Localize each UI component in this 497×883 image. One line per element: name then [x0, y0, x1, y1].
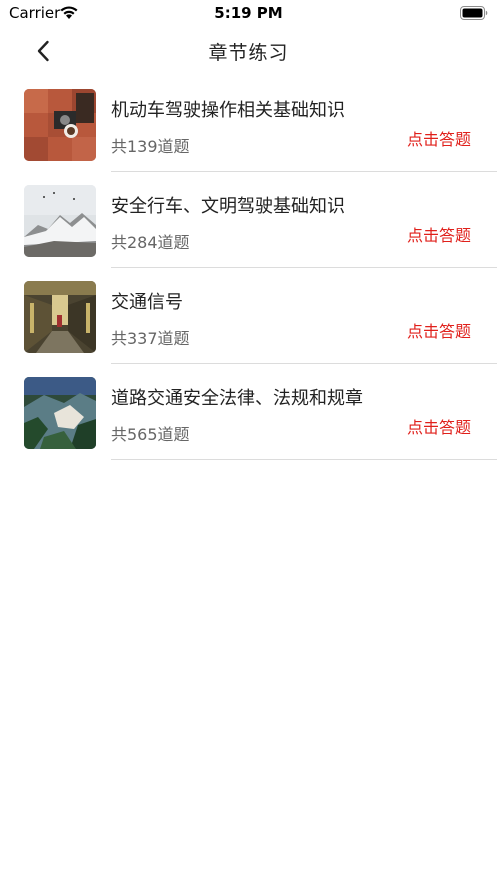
chapter-thumbnail-image	[24, 377, 96, 449]
question-count: 共284道题	[111, 233, 190, 252]
start-quiz-link[interactable]: 点击答题	[407, 222, 471, 246]
chapter-title: 道路交通安全法律、法规和规章	[111, 388, 363, 409]
question-count: 共139道题	[111, 137, 190, 156]
chapter-row[interactable]: 道路交通安全法律、法规和规章 共565道题 点击答题	[0, 364, 497, 460]
question-count: 共565道题	[111, 425, 190, 444]
navigation-bar: 章节练习	[0, 26, 497, 76]
chapter-row[interactable]: 交通信号 共337道题 点击答题	[0, 268, 497, 364]
status-bar: Carrier 5:19 PM	[0, 0, 497, 26]
chapter-thumbnail-image	[24, 281, 96, 353]
chapter-row[interactable]: 安全行车、文明驾驶基础知识 共284道题 点击答题	[0, 172, 497, 268]
chapter-row[interactable]: 机动车驾驶操作相关基础知识 共139道题 点击答题	[0, 76, 497, 172]
chapter-thumbnail-image	[24, 185, 96, 257]
chapter-title: 机动车驾驶操作相关基础知识	[111, 100, 345, 121]
start-quiz-link[interactable]: 点击答题	[407, 318, 471, 342]
question-count: 共337道题	[111, 329, 190, 348]
page-title: 章节练习	[208, 42, 289, 64]
chapter-title: 交通信号	[111, 292, 183, 313]
clock: 5:19 PM	[214, 4, 283, 22]
row-divider	[111, 459, 497, 460]
chapter-title: 安全行车、文明驾驶基础知识	[111, 196, 345, 217]
chapter-thumbnail-image	[24, 89, 96, 161]
battery-icon	[460, 5, 488, 20]
start-quiz-link[interactable]: 点击答题	[407, 126, 471, 150]
chapter-list: 机动车驾驶操作相关基础知识 共139道题 点击答题 安全行车、文明驾驶基础知识 …	[0, 76, 497, 460]
start-quiz-link[interactable]: 点击答题	[407, 414, 471, 438]
